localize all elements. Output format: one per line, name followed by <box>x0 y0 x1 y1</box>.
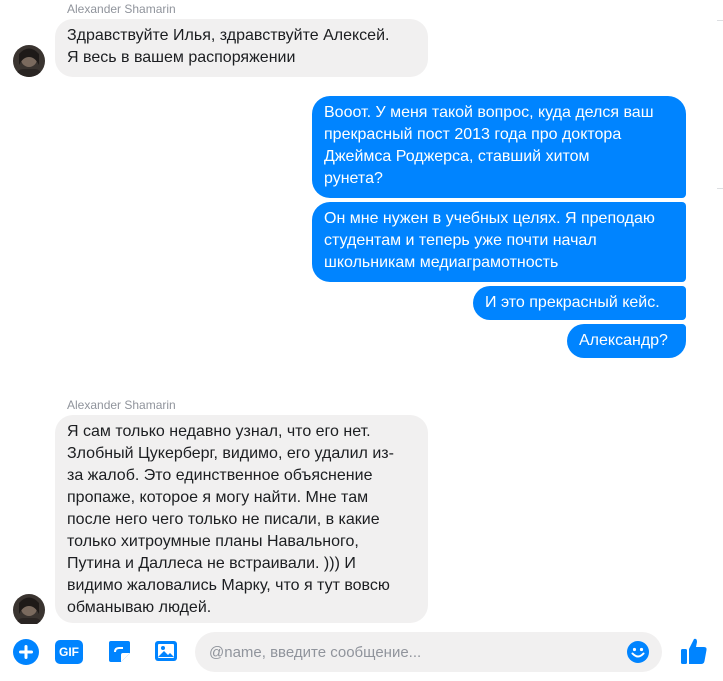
sender-name: Alexander Shamarin <box>67 2 176 16</box>
message-incoming[interactable]: Здравствуйте Илья, здравствуйте Алексей.… <box>55 19 428 77</box>
sender-name: Alexander Shamarin <box>67 398 176 412</box>
message-outgoing[interactable]: И это прекрасный кейс. <box>473 286 686 320</box>
like-button[interactable] <box>678 635 710 667</box>
thumbs-up-icon <box>681 638 707 664</box>
plus-circle-icon <box>13 639 39 665</box>
gif-button[interactable]: GIF <box>54 638 84 666</box>
sticker-icon <box>109 641 130 662</box>
message-input[interactable] <box>209 632 619 672</box>
avatar-photo-icon <box>13 45 45 77</box>
avatar[interactable] <box>13 45 45 77</box>
avatar-photo-icon <box>13 594 45 626</box>
scrollbar-mark <box>717 188 723 189</box>
image-icon <box>155 641 177 661</box>
message-outgoing[interactable]: Вооот. У меня такой вопрос, куда делся в… <box>312 96 686 198</box>
sticker-button[interactable] <box>105 637 133 665</box>
scrollbar-mark <box>717 20 723 21</box>
photo-button[interactable] <box>152 637 180 665</box>
message-input-wrapper <box>195 632 662 672</box>
message-incoming[interactable]: Я сам только недавно узнал, что его нет.… <box>55 415 428 623</box>
gif-label: GIF <box>59 645 79 659</box>
add-button[interactable] <box>12 638 40 666</box>
avatar[interactable] <box>13 594 45 626</box>
message-composer: GIF <box>0 624 723 681</box>
message-outgoing[interactable]: Он мне нужен в учебных целях. Я преподаю… <box>312 202 686 282</box>
emoji-button[interactable] <box>626 640 650 664</box>
message-outgoing[interactable]: Александр? <box>567 324 686 358</box>
emoji-icon <box>627 641 649 663</box>
